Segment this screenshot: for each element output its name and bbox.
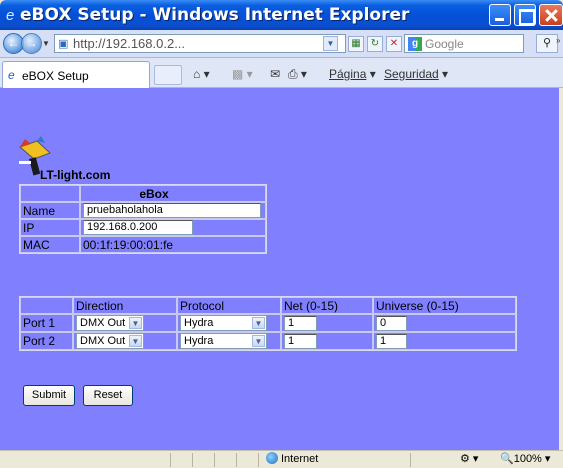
feeds-icon[interactable]: ▩ ▾	[232, 67, 253, 81]
tab-ebox-setup[interactable]: e eBOX Setup	[2, 61, 150, 88]
table-row: IP 192.168.0.200	[20, 219, 266, 236]
column-header-universe: Universe (0-15)	[373, 297, 516, 314]
table-row: Port 2 DMX Out ▼ Hydra ▼ 1 1	[20, 332, 516, 350]
direction-select[interactable]: DMX Out ▼	[76, 315, 144, 331]
page-icon: ▣	[58, 38, 69, 50]
security-zone[interactable]: Internet	[266, 452, 318, 465]
refresh-icon[interactable]: ↻	[367, 36, 383, 52]
chevron-down-icon[interactable]: ▼	[252, 335, 265, 347]
globe-icon	[266, 452, 278, 464]
google-icon: g	[408, 37, 422, 51]
mac-value: 00:1f:19:00:01:fe	[80, 236, 266, 253]
ports-table: Direction Protocol Net (0-15) Universe (…	[19, 296, 517, 351]
page-content: LT-light.com eBox Name pruebaholahola IP…	[0, 88, 559, 450]
ie-tab-icon: e	[8, 68, 15, 82]
address-url[interactable]: http://192.168.0.2...	[73, 36, 185, 51]
maximize-button[interactable]	[514, 4, 536, 26]
home-icon[interactable]: ⌂ ▾	[193, 67, 210, 81]
mail-icon[interactable]: ✉	[270, 67, 280, 81]
ip-label: IP	[20, 219, 80, 236]
window-title: eBOX Setup - Windows Internet Explorer	[20, 5, 410, 25]
print-icon[interactable]: ⎙ ▾	[288, 67, 307, 82]
forward-button[interactable]: →	[21, 33, 42, 54]
net-field[interactable]: 1	[284, 333, 317, 349]
address-bar[interactable]: ▣ http://192.168.0.2... ▼	[54, 34, 346, 53]
new-tab-button[interactable]	[154, 65, 182, 85]
navigation-bar: ← → ▼ ▣ http://192.168.0.2... ▼ ▦ ↻ ✕ g …	[0, 30, 563, 58]
direction-select[interactable]: DMX Out ▼	[76, 333, 144, 349]
protocol-select[interactable]: Hydra ▼	[180, 315, 267, 331]
column-header-direction: Direction	[73, 297, 177, 314]
name-field[interactable]: pruebaholahola	[83, 203, 261, 218]
compatibility-view-icon[interactable]: ▦	[348, 36, 364, 52]
zoom-level[interactable]: 🔍100% ▾	[500, 452, 550, 465]
minimize-button[interactable]	[489, 4, 511, 26]
brand-text: LT-light.com	[40, 168, 111, 182]
chevron-down-icon[interactable]: ▼	[252, 317, 265, 329]
submit-button[interactable]: Submit	[23, 385, 75, 406]
search-box[interactable]: g Google	[404, 34, 524, 53]
page-menu[interactable]: Página ▾	[329, 67, 376, 81]
mac-label: MAC	[20, 236, 80, 253]
ie-logo-icon: e	[6, 7, 15, 24]
table-row: MAC 00:1f:19:00:01:fe	[20, 236, 266, 253]
column-header-protocol: Protocol	[177, 297, 281, 314]
universe-field[interactable]: 1	[376, 333, 407, 349]
address-dropdown-icon[interactable]: ▼	[323, 36, 338, 51]
table-header-row: Direction Protocol Net (0-15) Universe (…	[20, 297, 516, 314]
search-icon[interactable]: ⚲	[536, 34, 558, 53]
status-bar: Internet ⚙ ▾ 🔍100% ▾	[0, 450, 563, 468]
chevron-down-icon[interactable]: ▼	[129, 317, 142, 329]
vertical-scrollbar[interactable]	[559, 88, 563, 450]
tab-bar: e eBOX Setup ⌂ ▾ ▩ ▾ ✉ ⎙ ▾ Página ▾ Segu…	[0, 58, 563, 88]
table-row: Port 1 DMX Out ▼ Hydra ▼ 1 0	[20, 314, 516, 332]
close-button[interactable]	[539, 4, 563, 26]
universe-field[interactable]: 0	[376, 315, 407, 331]
column-header-net: Net (0-15)	[281, 297, 373, 314]
table-row: Name pruebaholahola	[20, 202, 266, 219]
port-label: Port 2	[20, 332, 73, 350]
security-menu[interactable]: Seguridad ▾	[384, 67, 448, 81]
more-chevron-icon[interactable]: »	[556, 36, 560, 45]
reset-button[interactable]: Reset	[83, 385, 133, 406]
protocol-select[interactable]: Hydra ▼	[180, 333, 267, 349]
ebox-info-table: eBox Name pruebaholahola IP 192.168.0.20…	[19, 184, 267, 254]
history-dropdown-icon[interactable]: ▼	[42, 39, 50, 48]
ebox-header: eBox	[80, 185, 266, 202]
tab-label: eBOX Setup	[22, 69, 89, 83]
name-label: Name	[20, 202, 80, 219]
chevron-down-icon[interactable]: ▼	[129, 335, 142, 347]
ip-field[interactable]: 192.168.0.200	[83, 220, 193, 235]
search-input[interactable]: Google	[425, 37, 464, 51]
net-field[interactable]: 1	[284, 315, 317, 331]
port-label: Port 1	[20, 314, 73, 332]
title-bar: e eBOX Setup - Windows Internet Explorer	[0, 0, 563, 30]
protected-mode-icon[interactable]: ⚙ ▾	[460, 452, 478, 465]
stop-icon[interactable]: ✕	[386, 36, 402, 52]
